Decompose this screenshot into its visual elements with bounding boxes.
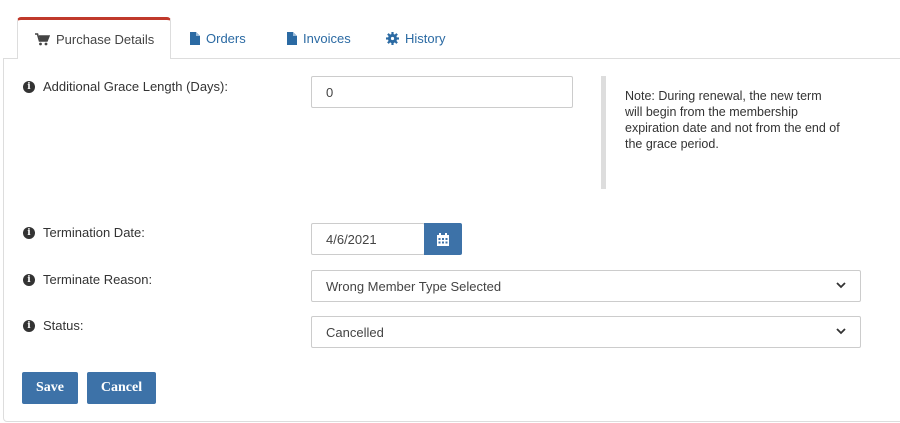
- chevron-down-icon: [836, 280, 846, 292]
- termination-date-label-text: Termination Date:: [43, 225, 145, 240]
- info-icon: i: [23, 226, 35, 239]
- renewal-note: Note: During renewal, the new term will …: [601, 76, 841, 189]
- tab-label: Purchase Details: [56, 32, 155, 47]
- terminate-reason-label-text: Terminate Reason:: [43, 272, 153, 287]
- tab-invoices[interactable]: Invoices: [287, 19, 351, 58]
- tab-history[interactable]: History: [386, 19, 445, 58]
- info-icon: i: [23, 319, 35, 332]
- terminate-reason-value: Wrong Member Type Selected: [326, 278, 502, 294]
- grace-length-label: i Additional Grace Length (Days):: [23, 79, 228, 94]
- info-icon: i: [23, 273, 35, 286]
- chevron-down-icon: [836, 326, 846, 338]
- termination-date-input[interactable]: 4/6/2021: [311, 223, 425, 255]
- file-icon: [287, 32, 297, 45]
- cart-icon: [35, 33, 50, 46]
- status-label-text: Status:: [43, 318, 84, 333]
- grace-length-value: 0: [326, 84, 334, 100]
- status-label: i Status:: [23, 318, 83, 333]
- info-icon: i: [23, 80, 35, 93]
- terminate-reason-select[interactable]: Wrong Member Type Selected: [311, 270, 861, 302]
- tab-bar: Purchase Details Orders Invoices History: [0, 0, 900, 59]
- renewal-note-text: Note: During renewal, the new term will …: [625, 89, 840, 151]
- tab-label: Orders: [206, 31, 246, 46]
- save-button[interactable]: Save: [22, 372, 78, 404]
- grace-length-label-text: Additional Grace Length (Days):: [43, 79, 228, 94]
- tab-purchase-details[interactable]: Purchase Details: [17, 17, 171, 59]
- terminate-reason-label: i Terminate Reason:: [23, 272, 152, 287]
- termination-date-value: 4/6/2021: [326, 231, 377, 247]
- tab-label: Invoices: [303, 31, 351, 46]
- cancel-button[interactable]: Cancel: [87, 372, 156, 404]
- tab-orders[interactable]: Orders: [190, 19, 246, 58]
- calendar-button[interactable]: [424, 223, 462, 255]
- termination-date-label: i Termination Date:: [23, 225, 145, 240]
- file-icon: [190, 32, 200, 45]
- status-select[interactable]: Cancelled: [311, 316, 861, 348]
- grace-length-input[interactable]: 0: [311, 76, 573, 108]
- calendar-icon: [437, 232, 449, 246]
- gear-icon: [386, 32, 399, 45]
- tab-label: History: [405, 31, 446, 46]
- status-value: Cancelled: [326, 324, 384, 340]
